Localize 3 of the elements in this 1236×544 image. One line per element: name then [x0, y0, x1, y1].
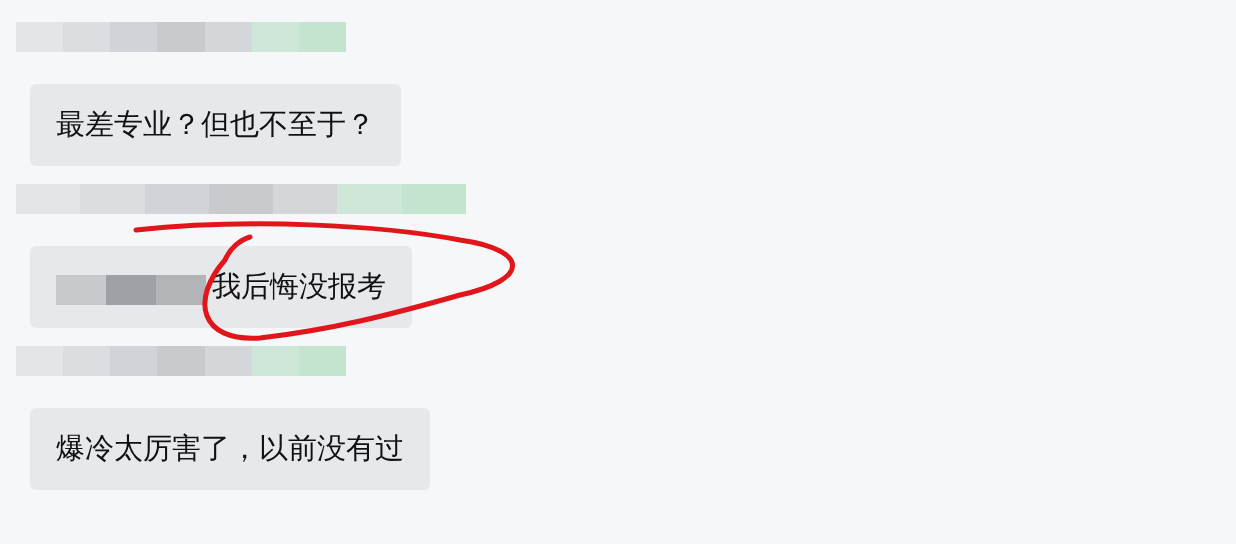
message-text: 我后悔没报考 [212, 268, 386, 305]
message-text: 最差专业？但也不至于？ [56, 106, 375, 143]
message-text: 爆冷太厉害了，以前没有过 [56, 430, 404, 467]
